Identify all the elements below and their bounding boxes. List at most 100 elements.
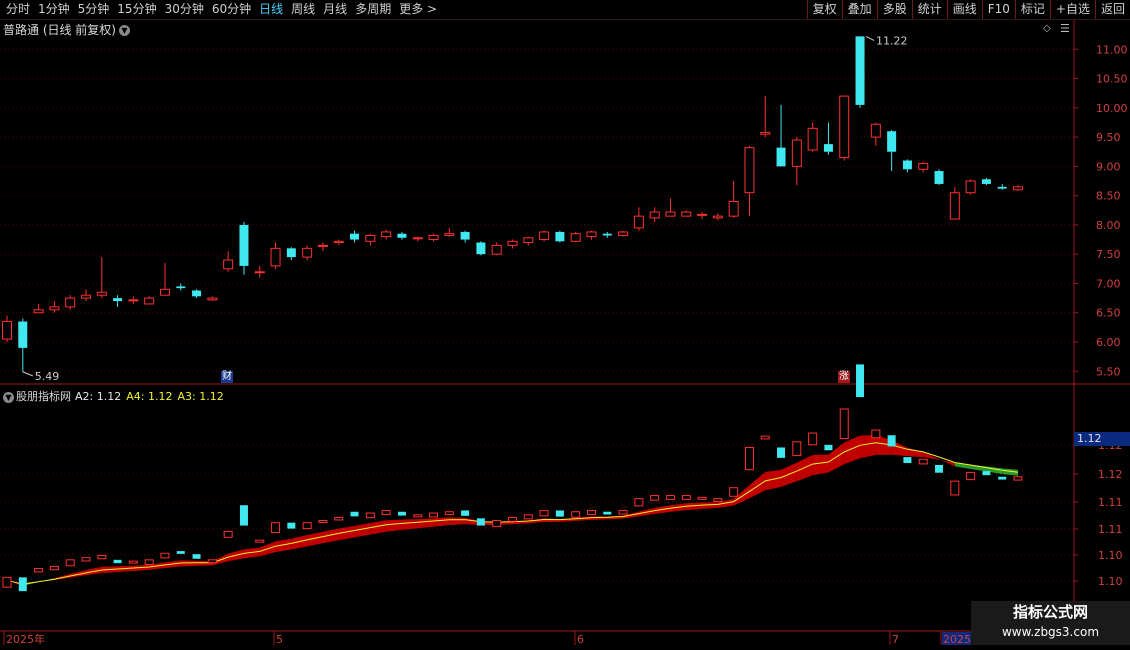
price-axis-label: 9.00	[1096, 160, 1121, 173]
candle-body	[192, 290, 202, 297]
price-axis-label: 8.50	[1096, 190, 1121, 203]
indicator-band	[386, 519, 402, 532]
candle-body	[902, 160, 912, 170]
indicator-candle	[603, 511, 612, 515]
candle-body	[870, 123, 881, 138]
indicator-band	[401, 519, 418, 530]
time-axis-label: 7	[892, 633, 899, 646]
indicator-candle	[381, 509, 391, 516]
indicator-candle	[618, 509, 628, 515]
chart-canvas[interactable]: 11.00 10.50 10.00 9.50 9.00 8.50 8.00 7.50 7.00 6…	[0, 0, 1130, 650]
indicator-band	[844, 435, 861, 465]
indicator-candle	[839, 408, 849, 440]
price-axis-label: 10.50	[1096, 73, 1128, 86]
candle-body	[791, 139, 802, 167]
indicator-axis-label: 1.11	[1098, 523, 1123, 536]
indicator-candle	[887, 435, 896, 447]
watermark: 指标公式网 www.zbgs3.com	[971, 601, 1130, 645]
candle-body	[381, 231, 392, 238]
candle-body	[254, 271, 265, 274]
indicator-candle	[903, 457, 912, 464]
candle-body	[491, 244, 502, 255]
candle-body	[776, 147, 786, 167]
indicator-candle	[982, 471, 991, 476]
indicator-candle	[665, 495, 675, 500]
limit-up-marker[interactable]: 涨	[838, 371, 850, 383]
candle-body	[176, 286, 186, 289]
candle-body	[286, 248, 296, 258]
price-axis-label: 8.00	[1096, 219, 1121, 232]
candle-body	[887, 131, 897, 152]
candle-body	[807, 127, 818, 151]
candle-body	[460, 231, 470, 240]
indicator-band	[749, 471, 766, 499]
candle-body	[712, 215, 723, 219]
indicator-line	[6, 442, 1019, 585]
candle-body	[1013, 186, 1023, 191]
candle-body	[839, 95, 850, 159]
indicator-candle	[634, 498, 644, 507]
candle-body	[965, 180, 976, 194]
indicator-candle	[744, 446, 754, 471]
candle-body	[981, 179, 991, 184]
indicator-candle	[207, 559, 217, 564]
candle-body	[80, 294, 91, 299]
indicator-candle	[113, 559, 122, 564]
candle-body	[96, 291, 107, 296]
indicator-candle	[650, 495, 660, 501]
candle-body	[428, 234, 439, 241]
indicator-candle	[998, 476, 1007, 480]
indicator-candle	[935, 464, 944, 473]
candle-body	[302, 247, 313, 258]
indicator-candle	[713, 498, 723, 502]
candle-body	[649, 211, 660, 219]
candle-body	[317, 244, 328, 247]
candle-body	[855, 36, 865, 105]
indicator-candle	[397, 511, 406, 516]
indicator-candle	[318, 519, 328, 523]
indicator-candle	[271, 522, 281, 534]
indicator-candle	[586, 509, 596, 516]
indicator-candle	[539, 509, 549, 517]
price-axis-label: 10.00	[1096, 102, 1128, 115]
indicator-candle	[160, 552, 170, 559]
candle-body	[633, 215, 644, 229]
candle-body	[18, 321, 28, 348]
indicator-candle	[239, 505, 248, 526]
indicator-candle	[523, 514, 533, 520]
indicator-candle	[871, 429, 881, 439]
candle-body	[333, 240, 344, 243]
indicator-candle	[476, 518, 485, 526]
candle-body	[539, 231, 550, 241]
indicator-candle	[144, 559, 154, 565]
indicator-candle	[697, 496, 707, 500]
indicator-axis-label: 1.10	[1098, 575, 1123, 588]
indicator-candle	[49, 565, 59, 571]
indicator-candle	[508, 516, 517, 522]
low-price-label: 5.49	[35, 370, 60, 383]
indicator-band	[860, 434, 876, 459]
indicator-candle	[65, 559, 75, 567]
candle-body	[997, 186, 1007, 189]
indicator-candle	[302, 522, 312, 530]
indicator-candle	[571, 511, 581, 518]
indicator-candle	[760, 435, 770, 440]
candle-body	[476, 242, 486, 255]
finance-marker[interactable]: 财	[221, 371, 233, 383]
indicator-band	[907, 447, 924, 458]
candle-body	[618, 231, 629, 236]
price-axis-label: 7.50	[1096, 248, 1121, 261]
price-axis-label: 11.00	[1096, 43, 1128, 56]
indicator-candle	[334, 516, 344, 521]
indicator-candle	[81, 557, 91, 562]
indicator-band	[417, 518, 434, 529]
candle-body	[744, 147, 755, 194]
indicator-band	[796, 455, 813, 482]
current-value-tag: 1.12	[1074, 432, 1130, 446]
indicator-candle	[729, 487, 739, 497]
indicator-candle	[34, 568, 44, 573]
time-axis-label: 5	[276, 633, 283, 646]
indicator-candle	[777, 447, 786, 458]
indicator-candle	[350, 511, 359, 517]
candle-body	[2, 321, 12, 340]
